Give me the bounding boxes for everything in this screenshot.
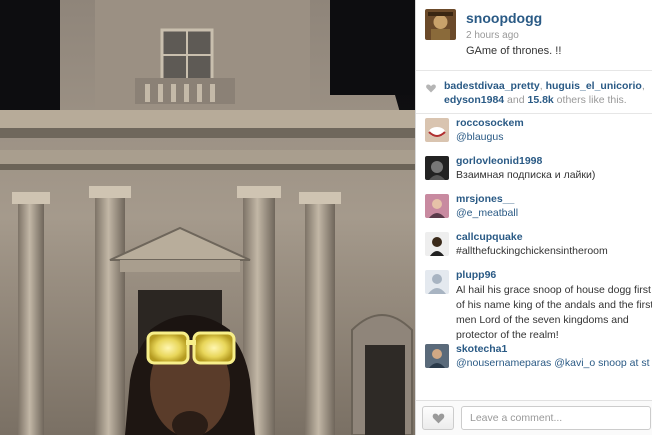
comment-item: skotecha1 @nousernameparas @kavi_o snoop… [416, 340, 652, 378]
commenter-avatar[interactable] [425, 270, 449, 294]
likes-others-count[interactable]: 15.8k [527, 94, 553, 106]
post-header: snoopdogg 2 hours ago GAme of thrones. !… [416, 0, 652, 71]
comment-text[interactable]: @nousernameparas @kavi_o snoop at st yda… [456, 357, 652, 369]
post-timestamp: 2 hours ago [466, 30, 519, 41]
comment-text: #allthefuckingchickensintheroom [456, 245, 608, 257]
comment-item: gorlovleonid1998 Взаимная подписка и лай… [416, 152, 652, 190]
post-photo[interactable] [0, 0, 415, 435]
user-avatar[interactable] [425, 9, 456, 40]
likes-summary: badestdivaa_pretty, huguis_el_unicorio, … [416, 71, 652, 114]
comment-input[interactable] [461, 406, 651, 430]
commenter-name[interactable]: roccosockem [456, 117, 524, 129]
post-details-panel: snoopdogg 2 hours ago GAme of thrones. !… [415, 0, 652, 435]
comment-item: roccosockem @blaugus [416, 114, 652, 152]
post-username[interactable]: snoopdogg [466, 10, 542, 26]
comment-item: plupp96 Al hail his grace snoop of house… [416, 266, 652, 341]
likes-suffix: others like this. [553, 94, 627, 106]
like-user[interactable]: badestdivaa_pretty [444, 80, 540, 92]
comment-text[interactable]: @e_meatball [456, 207, 518, 219]
like-user[interactable]: edyson1984 [444, 94, 504, 106]
commenter-name[interactable]: callcupquake [456, 231, 523, 243]
instagram-post-viewer: snoopdogg 2 hours ago GAme of thrones. !… [0, 0, 652, 435]
heart-icon [432, 413, 445, 424]
comment-text[interactable]: @blaugus [456, 131, 503, 143]
commenter-avatar[interactable] [425, 232, 449, 256]
like-button[interactable] [422, 406, 454, 430]
post-caption: GAme of thrones. !! [466, 45, 562, 57]
commenter-name[interactable]: gorlovleonid1998 [456, 155, 542, 167]
comment-item: callcupquake #allthefuckingchickensinthe… [416, 228, 652, 266]
heart-icon [426, 84, 436, 93]
photo-illustration [0, 0, 415, 435]
comment-list: roccosockem @blaugus gorlovleonid1998 Вз… [416, 114, 652, 396]
comment-text: Al hail his grace snoop of house dogg fi… [456, 284, 652, 341]
commenter-avatar[interactable] [425, 118, 449, 142]
commenter-name[interactable]: skotecha1 [456, 343, 507, 355]
comment-bar [416, 400, 652, 435]
likes-connector: and [504, 94, 528, 106]
commenter-avatar[interactable] [425, 344, 449, 368]
comment-text: Взаимная подписка и лайки) [456, 169, 596, 181]
commenter-name[interactable]: plupp96 [456, 269, 496, 281]
like-user[interactable]: huguis_el_unicorio [546, 80, 642, 92]
commenter-avatar[interactable] [425, 156, 449, 180]
commenter-avatar[interactable] [425, 194, 449, 218]
commenter-name[interactable]: mrsjones__ [456, 193, 514, 205]
comment-item: mrsjones__ @e_meatball [416, 190, 652, 228]
